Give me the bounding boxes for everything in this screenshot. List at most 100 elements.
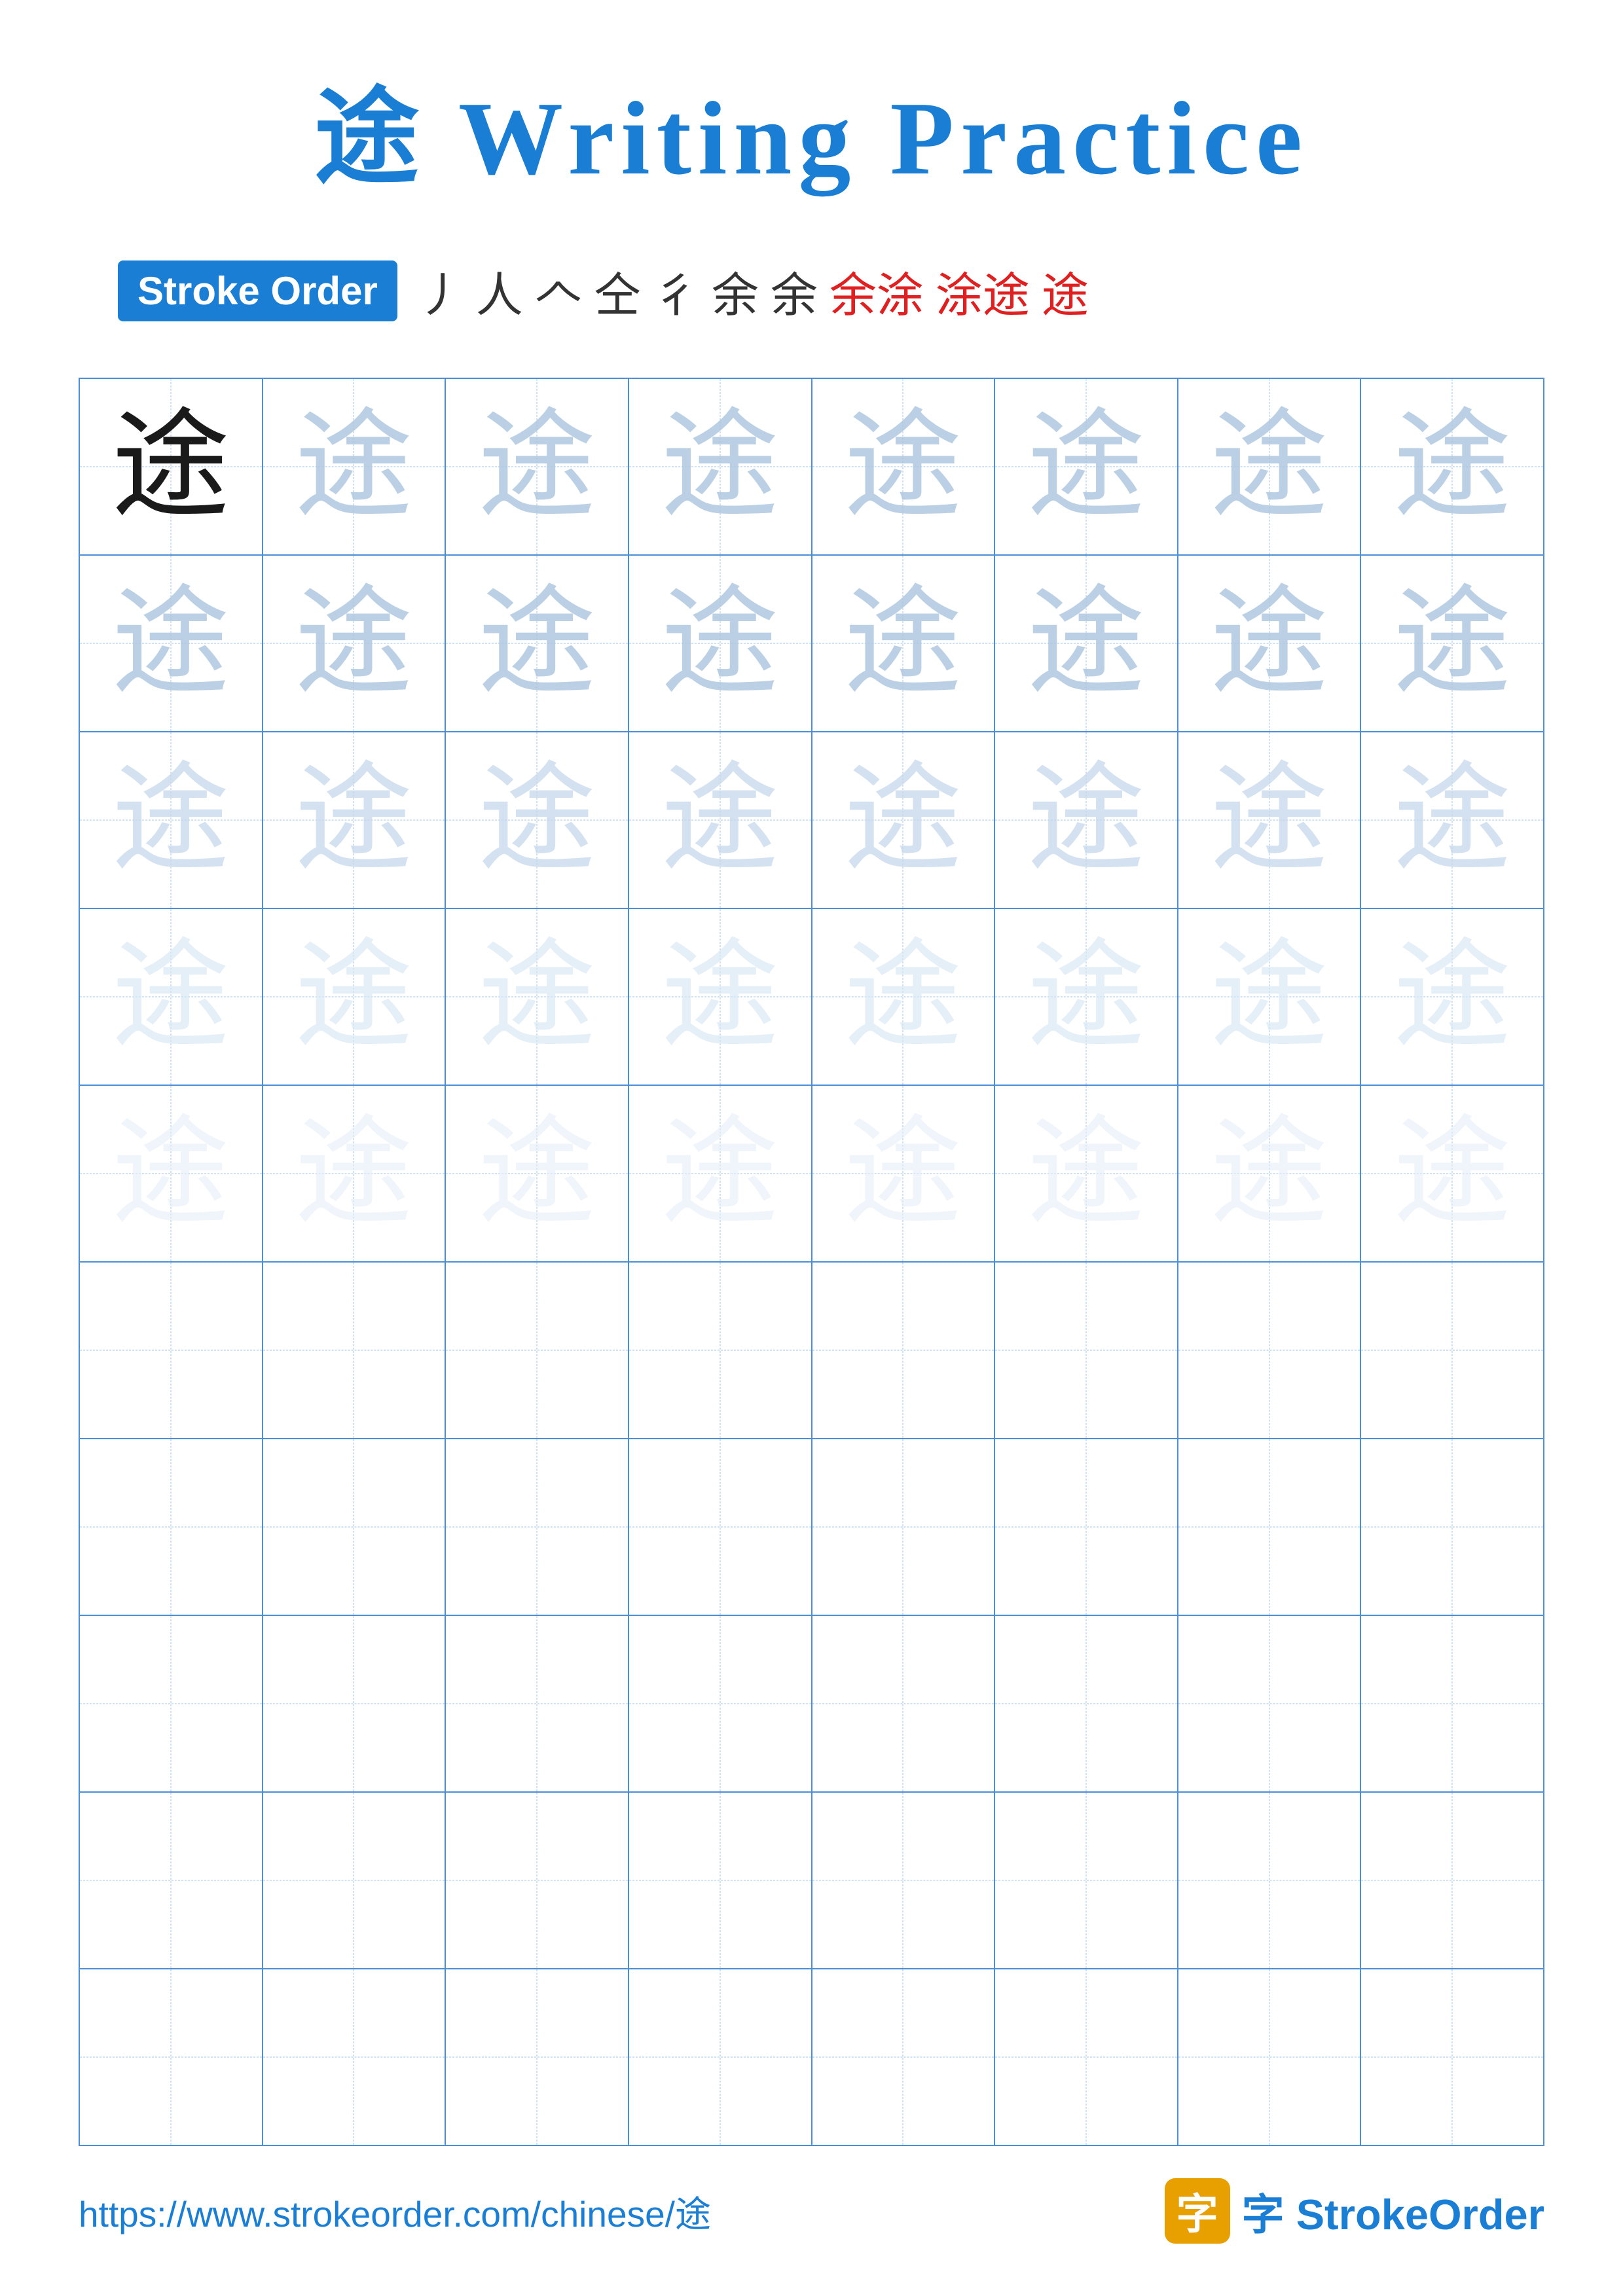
page-title: 途 Writing Practice (314, 52, 1309, 204)
table-cell[interactable] (812, 1615, 995, 1792)
stroke-steps: 丿 人 𠆢 仝 彳 余 余 余涂 涂途 途 (417, 257, 1089, 325)
table-cell[interactable] (994, 1615, 1178, 1792)
table-cell[interactable] (629, 1615, 812, 1792)
stroke-step-4: 仝 (594, 257, 641, 325)
table-cell[interactable] (263, 1969, 446, 2145)
table-cell[interactable]: 途 (1360, 732, 1544, 908)
footer-brand: 字 字 StrokeOrder (1165, 2178, 1544, 2244)
footer-url[interactable]: https://www.strokeorder.com/chinese/途 (79, 2185, 711, 2237)
table-cell[interactable] (1178, 1615, 1361, 1792)
table-cell[interactable] (1178, 1262, 1361, 1439)
table-cell[interactable] (629, 1792, 812, 1969)
table-cell[interactable]: 途 (79, 732, 263, 908)
table-cell[interactable]: 途 (812, 732, 995, 908)
table-cell[interactable]: 途 (1178, 908, 1361, 1085)
table-cell[interactable] (445, 1792, 629, 1969)
table-cell[interactable]: 途 (994, 732, 1178, 908)
table-cell[interactable]: 途 (445, 1085, 629, 1262)
table-cell[interactable]: 途 (1360, 1085, 1544, 1262)
table-cell[interactable]: 途 (263, 732, 446, 908)
table-cell[interactable] (445, 1615, 629, 1792)
table-cell[interactable] (1360, 1615, 1544, 1792)
table-cell[interactable]: 途 (629, 1085, 812, 1262)
table-cell[interactable]: 途 (79, 908, 263, 1085)
table-cell[interactable]: 途 (812, 378, 995, 555)
table-cell[interactable]: 途 (629, 378, 812, 555)
table-cell[interactable]: 途 (812, 555, 995, 732)
table-cell[interactable] (1178, 1969, 1361, 2145)
table-cell[interactable] (79, 1792, 263, 1969)
table-cell[interactable] (812, 1792, 995, 1969)
table-cell[interactable]: 途 (994, 908, 1178, 1085)
title-char: 途 (314, 80, 426, 196)
table-cell[interactable] (1178, 1439, 1361, 1615)
table-cell[interactable] (629, 1262, 812, 1439)
table-cell[interactable]: 途 (812, 908, 995, 1085)
table-cell[interactable]: 途 (1178, 732, 1361, 908)
table-cell[interactable] (812, 1439, 995, 1615)
table-cell[interactable] (263, 1615, 446, 1792)
table-cell[interactable] (994, 1439, 1178, 1615)
table-cell[interactable]: 途 (445, 732, 629, 908)
table-cell[interactable] (1360, 1262, 1544, 1439)
table-cell[interactable]: 途 (79, 378, 263, 555)
table-cell[interactable] (263, 1792, 446, 1969)
table-cell[interactable]: 途 (994, 555, 1178, 732)
table-cell[interactable] (629, 1439, 812, 1615)
table-cell[interactable]: 途 (1360, 378, 1544, 555)
table-cell[interactable] (79, 1262, 263, 1439)
table-cell[interactable]: 途 (79, 1085, 263, 1262)
table-cell[interactable]: 途 (812, 1085, 995, 1262)
table-cell[interactable] (79, 1615, 263, 1792)
table-row: 途 途 途 途 途 途 途 途 (79, 1085, 1544, 1262)
table-row (79, 1792, 1544, 1969)
table-cell[interactable] (994, 1969, 1178, 2145)
footer: https://www.strokeorder.com/chinese/途 字 … (79, 2178, 1544, 2244)
table-row (79, 1439, 1544, 1615)
table-cell[interactable]: 途 (263, 1085, 446, 1262)
table-cell[interactable]: 途 (1360, 555, 1544, 732)
table-cell[interactable]: 途 (263, 908, 446, 1085)
table-cell[interactable]: 途 (445, 555, 629, 732)
table-cell[interactable]: 途 (445, 908, 629, 1085)
table-cell[interactable] (812, 1969, 995, 2145)
table-cell[interactable] (79, 1969, 263, 2145)
table-cell[interactable]: 途 (263, 378, 446, 555)
table-cell[interactable]: 途 (629, 732, 812, 908)
table-cell[interactable]: 途 (445, 378, 629, 555)
table-cell[interactable] (1360, 1439, 1544, 1615)
table-cell[interactable] (445, 1439, 629, 1615)
table-cell[interactable]: 途 (1360, 908, 1544, 1085)
stroke-order-badge: Stroke Order (118, 260, 397, 321)
table-cell[interactable] (263, 1439, 446, 1615)
stroke-order-row: Stroke Order 丿 人 𠆢 仝 彳 余 余 余涂 涂途 途 (118, 257, 1089, 325)
table-cell[interactable]: 途 (79, 555, 263, 732)
table-cell[interactable] (1360, 1969, 1544, 2145)
table-cell[interactable]: 途 (994, 1085, 1178, 1262)
table-cell[interactable]: 途 (263, 555, 446, 732)
table-cell[interactable] (79, 1439, 263, 1615)
table-cell[interactable] (1178, 1792, 1361, 1969)
page: 途 Writing Practice Stroke Order 丿 人 𠆢 仝 … (0, 0, 1623, 2296)
table-cell[interactable]: 途 (1178, 555, 1361, 732)
stroke-step-6: 余 (712, 257, 759, 325)
table-cell[interactable] (445, 1262, 629, 1439)
table-cell[interactable] (994, 1792, 1178, 1969)
table-cell[interactable]: 途 (1178, 378, 1361, 555)
table-cell[interactable] (445, 1969, 629, 2145)
table-cell[interactable] (263, 1262, 446, 1439)
table-cell[interactable] (629, 1969, 812, 2145)
table-cell[interactable]: 途 (629, 908, 812, 1085)
table-cell[interactable] (994, 1262, 1178, 1439)
table-cell[interactable]: 途 (629, 555, 812, 732)
table-cell[interactable]: 途 (1178, 1085, 1361, 1262)
table-cell[interactable] (1360, 1792, 1544, 1969)
footer-brand-name: 字 StrokeOrder (1242, 2180, 1544, 2242)
table-row (79, 1615, 1544, 1792)
stroke-step-1: 丿 (417, 257, 464, 325)
table-row (79, 1969, 1544, 2145)
table-row: 途 途 途 途 途 途 途 途 (79, 378, 1544, 555)
table-row: 途 途 途 途 途 途 途 途 (79, 555, 1544, 732)
table-cell[interactable] (812, 1262, 995, 1439)
table-cell[interactable]: 途 (994, 378, 1178, 555)
